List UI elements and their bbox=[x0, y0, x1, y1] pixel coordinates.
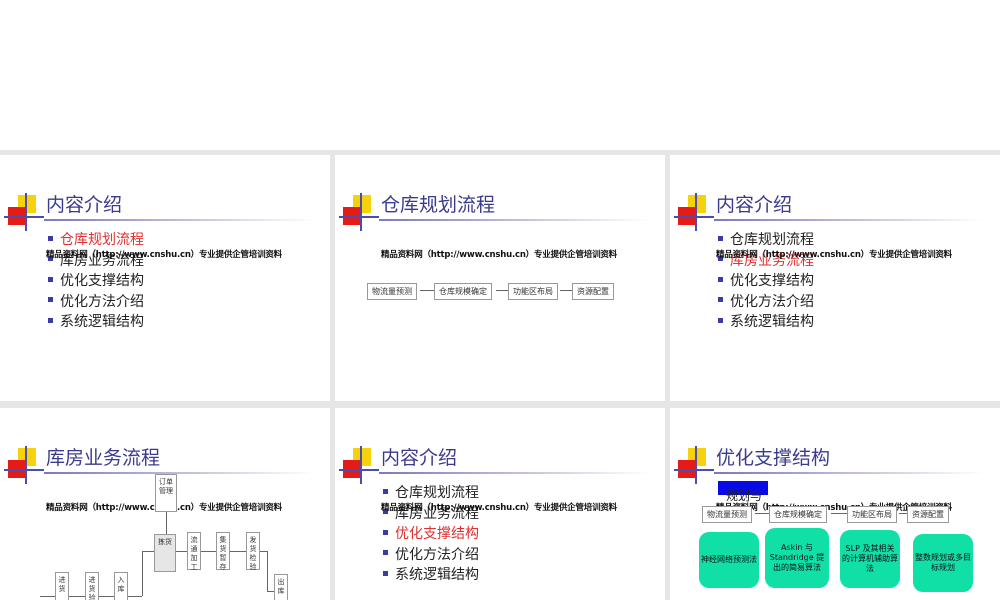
toc-item: 优化方法介绍 bbox=[718, 292, 814, 313]
flow-arrow bbox=[831, 513, 847, 514]
flow-node-outstock: 出库 bbox=[274, 574, 288, 600]
title-rule bbox=[379, 219, 649, 221]
toc-list: 仓库规划流程 库房业务流程 优化支撑结构 优化方法介绍 系统逻辑结构 bbox=[718, 230, 814, 333]
toc-item: 优化支撑结构 bbox=[383, 524, 479, 545]
method-bubble: SLP 及其相关的计算机辅助算法 bbox=[840, 530, 900, 588]
slide-title: 仓库规划流程 bbox=[381, 194, 496, 216]
slide-thumbnail-4[interactable]: 库房业务流程 精品资料网（http://www.cnshu.cn）专业提供企管培… bbox=[0, 408, 330, 600]
slide-logo bbox=[339, 446, 379, 484]
slide-title: 优化支撑结构 bbox=[716, 447, 831, 469]
toc-item: 系统逻辑结构 bbox=[718, 312, 814, 333]
flow-arrow bbox=[142, 551, 154, 552]
slide-logo bbox=[4, 193, 44, 231]
slide-logo bbox=[674, 446, 714, 484]
flow-box: 仓库规模确定 bbox=[434, 283, 492, 300]
flow-arrow bbox=[267, 591, 274, 592]
watermark: 精品资料网（http://www.cnshu.cn）专业提供企管培训资料 bbox=[716, 250, 952, 260]
slide-thumbnail-3[interactable]: 内容介绍 仓库规划流程 库房业务流程 优化支撑结构 优化方法介绍 系统逻辑结构 … bbox=[670, 155, 1000, 401]
flow-box: 功能区布局 bbox=[508, 283, 558, 300]
flow-node-recv-check: 进货验收 bbox=[85, 572, 99, 600]
slide-title: 库房业务流程 bbox=[46, 447, 161, 469]
flow-box: 资源配置 bbox=[907, 506, 949, 523]
flow-arrow bbox=[176, 551, 187, 552]
flow-arrow bbox=[142, 551, 143, 596]
watermark: 精品资料网（http://www.cnshu.cn）专业提供企管培训资料 bbox=[46, 250, 282, 260]
toc-item: 优化方法介绍 bbox=[48, 292, 144, 313]
toc-item: 优化方法介绍 bbox=[383, 545, 479, 566]
slide-thumbnail-2[interactable]: 仓库规划流程 精品资料网（http://www.cnshu.cn）专业提供企管培… bbox=[335, 155, 665, 401]
slide-title: 内容介绍 bbox=[381, 447, 458, 469]
toc-item: 优化支撑结构 bbox=[48, 271, 144, 292]
flow-arrow bbox=[560, 290, 572, 291]
flow-node-instock: 入库 bbox=[114, 572, 128, 600]
slide-thumbnail-5[interactable]: 内容介绍 仓库规划流程 库房业务流程 优化支撑结构 优化方法介绍 系统逻辑结构 … bbox=[335, 408, 665, 600]
method-bubble: Askin 与 Standridge 提出的简易算法 bbox=[765, 528, 829, 588]
title-rule bbox=[714, 472, 984, 474]
toc-item: 系统逻辑结构 bbox=[48, 312, 144, 333]
flow-arrow bbox=[899, 513, 907, 514]
slide-thumbnail-6[interactable]: 优化支撑结构 规划与 关 精品资料网（http://www.cnshu.cn）专… bbox=[670, 408, 1000, 600]
flow-node-order: 订单管理 bbox=[155, 474, 177, 512]
title-rule bbox=[379, 472, 649, 474]
flow-node-receive: 进货 bbox=[55, 572, 69, 600]
flow-box: 物流量预测 bbox=[367, 283, 417, 300]
method-bubble: 神经网络预测法 bbox=[699, 532, 759, 588]
slide-logo bbox=[339, 193, 379, 231]
watermark: 精品资料网（http://www.cnshu.cn）专业提供企管培训资料 bbox=[381, 250, 617, 260]
flow-node-collect: 集货暂存 bbox=[216, 532, 230, 571]
flow-arrow bbox=[201, 551, 216, 552]
title-rule bbox=[44, 472, 314, 474]
flow-arrow bbox=[230, 551, 246, 552]
flow-arrow bbox=[40, 596, 55, 597]
watermark: 精品资料网（http://www.cnshu.cn）专业提供企管培训资料 bbox=[381, 503, 617, 513]
flow-box: 功能区布局 bbox=[847, 506, 897, 523]
toc-list: 仓库规划流程 库房业务流程 优化支撑结构 优化方法介绍 系统逻辑结构 bbox=[383, 483, 479, 586]
flow-box: 仓库规模确定 bbox=[769, 506, 827, 523]
flow-arrow bbox=[69, 596, 85, 597]
toc-item: 系统逻辑结构 bbox=[383, 565, 479, 586]
flow-arrow bbox=[755, 513, 769, 514]
slide-logo bbox=[4, 446, 44, 484]
toc-list: 仓库规划流程 库房业务流程 优化支撑结构 优化方法介绍 系统逻辑结构 bbox=[48, 230, 144, 333]
flow-arrow bbox=[267, 551, 268, 591]
method-bubble: 整数规划或多目标规划 bbox=[913, 534, 973, 592]
flow-arrow bbox=[128, 596, 142, 597]
flow-arrow bbox=[420, 290, 434, 291]
slide-title: 内容介绍 bbox=[46, 194, 123, 216]
flow-arrow bbox=[260, 551, 267, 552]
slide-logo bbox=[674, 193, 714, 231]
flow-box: 物流量预测 bbox=[702, 506, 752, 523]
toc-item: 优化支撑结构 bbox=[718, 271, 814, 292]
flow-arrow bbox=[166, 512, 167, 534]
flow-node-ship-check: 发货检验 bbox=[246, 532, 260, 571]
flow-arrow bbox=[99, 596, 114, 597]
slide-title: 内容介绍 bbox=[716, 194, 793, 216]
flow-node-pick: 拣货 bbox=[154, 534, 176, 572]
title-rule bbox=[714, 219, 984, 221]
slide-thumbnail-1[interactable]: 内容介绍 仓库规划流程 库房业务流程 优化支撑结构 优化方法介绍 系统逻辑结构 … bbox=[0, 155, 330, 401]
flow-node-process: 流通加工 bbox=[187, 532, 201, 571]
flow-arrow bbox=[496, 290, 508, 291]
flow-box: 资源配置 bbox=[572, 283, 614, 300]
title-rule bbox=[44, 219, 314, 221]
